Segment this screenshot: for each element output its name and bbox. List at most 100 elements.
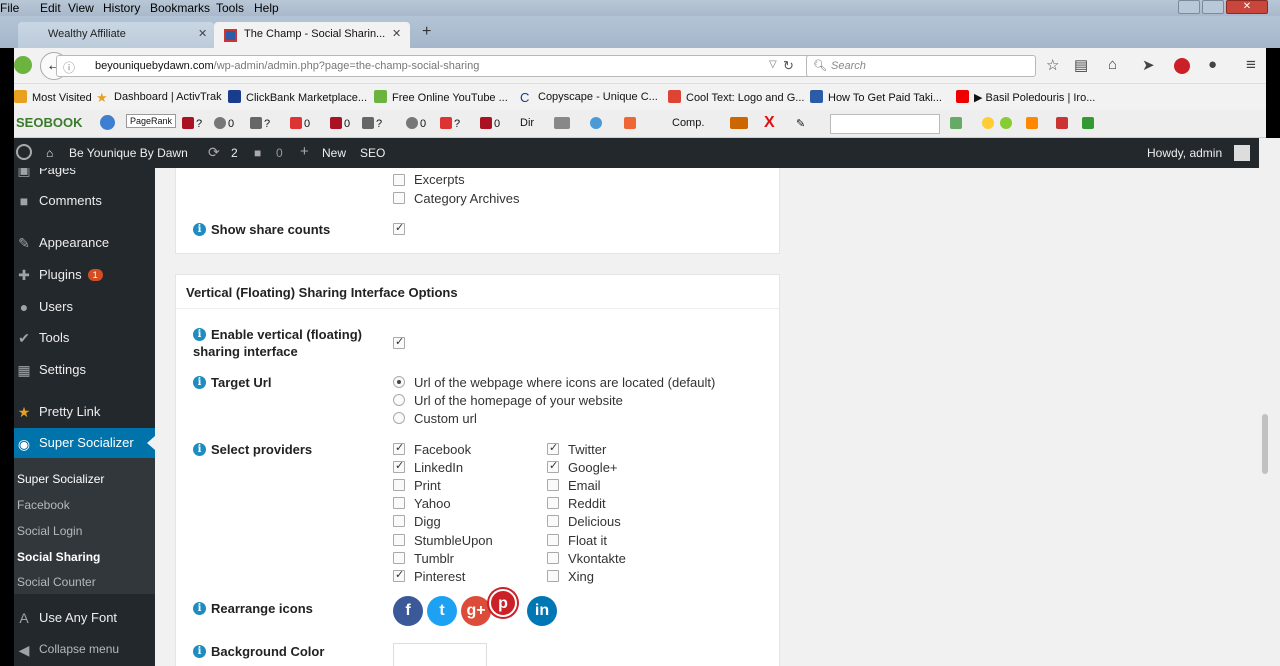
sidebar-item-use-any-font[interactable]: A Use Any Font (14, 602, 155, 634)
hamburger-menu-icon[interactable]: ≡ (1246, 55, 1256, 75)
seo-metric[interactable]: ? (250, 117, 270, 130)
pagerank-widget[interactable]: PageRank (126, 114, 177, 128)
seo-tool[interactable] (1056, 117, 1070, 130)
googleplus-share-icon[interactable]: g+ (461, 596, 491, 626)
info-icon[interactable]: i (193, 602, 206, 615)
avatar[interactable] (1234, 145, 1250, 161)
provider-checkbox-linkedin[interactable] (393, 459, 405, 474)
provider-checkbox-tumblr[interactable] (393, 551, 405, 564)
provider-checkbox-stumbleupon[interactable] (393, 533, 405, 546)
reload-icon[interactable]: ↻ (783, 58, 794, 74)
twitter-share-icon[interactable]: t (427, 596, 457, 626)
provider-checkbox-digg[interactable] (393, 515, 405, 528)
toolbar-search-field[interactable] (830, 114, 940, 134)
bookmark-item[interactable]: C Copyscape - Unique C... (520, 90, 658, 105)
seo-tool[interactable] (730, 117, 750, 130)
seo-metric[interactable]: 0 (214, 117, 234, 130)
seo-tool[interactable] (1082, 117, 1096, 130)
howdy-admin-link[interactable]: Howdy, admin (1147, 146, 1222, 160)
menu-tools[interactable]: Tools (216, 1, 244, 15)
edit-icon[interactable]: ✎ (796, 117, 805, 130)
sidebar-item-appearance[interactable]: ✎ Appearance (14, 227, 155, 259)
bookmark-item[interactable]: ★ Dashboard | ActivTrak (96, 90, 222, 105)
menu-edit[interactable]: Edit (40, 1, 61, 15)
provider-checkbox-floatit[interactable] (547, 533, 559, 546)
background-color-input[interactable] (393, 643, 487, 666)
provider-checkbox-email[interactable] (547, 479, 559, 492)
seo-menu-link[interactable]: SEO (360, 146, 385, 160)
info-icon[interactable]: i (193, 443, 206, 456)
reading-list-icon[interactable]: ▤ (1074, 56, 1088, 74)
provider-checkbox-delicious[interactable] (547, 515, 559, 528)
seo-tool[interactable] (950, 117, 964, 130)
dir-dropdown[interactable]: Dir (520, 117, 534, 129)
scrollbar-thumb[interactable] (1262, 414, 1268, 474)
site-home-icon[interactable]: ⌂ (46, 146, 53, 160)
seo-metric[interactable]: 0 (330, 117, 350, 130)
excerpts-checkbox[interactable] (393, 174, 405, 186)
submenu-facebook[interactable]: Facebook (17, 498, 70, 512)
bookmark-item[interactable]: ClickBank Marketplace... (228, 90, 367, 104)
rss-icon[interactable] (1026, 117, 1040, 130)
new-tab-button[interactable]: + (422, 23, 431, 41)
bookmark-item[interactable]: Free Online YouTube ... (374, 90, 508, 104)
info-icon[interactable]: ⓘ (63, 59, 75, 76)
provider-checkbox-reddit[interactable] (547, 497, 559, 510)
plus-icon[interactable]: + (300, 143, 309, 160)
info-icon[interactable]: i (193, 328, 206, 341)
provider-checkbox-print[interactable] (393, 479, 405, 492)
wordpress-logo-icon[interactable] (16, 144, 32, 160)
sidebar-item-tools[interactable]: ✔ Tools (14, 322, 155, 354)
menu-bookmarks[interactable]: Bookmarks (150, 1, 210, 15)
provider-checkbox-pinterest[interactable] (393, 568, 405, 582)
dropdown-icon[interactable]: ▽ (769, 59, 777, 70)
menu-file[interactable]: File (0, 1, 19, 15)
category-archives-checkbox[interactable] (393, 192, 405, 204)
sidebar-item-plugins[interactable]: ✚ Plugins 1 (14, 259, 155, 291)
tab-the-champ[interactable]: The Champ - Social Sharin... ✕ (214, 22, 410, 48)
provider-checkbox-google[interactable] (547, 459, 559, 474)
close-tab-icon[interactable]: ✕ (392, 27, 401, 40)
provider-checkbox-facebook[interactable] (393, 441, 405, 455)
submenu-social-sharing[interactable]: Social Sharing (17, 550, 100, 564)
provider-checkbox-xing[interactable] (547, 569, 559, 582)
provider-checkbox-yahoo[interactable] (393, 497, 405, 510)
submenu-super-socializer[interactable]: Super Socializer (17, 472, 104, 486)
bookmark-item[interactable]: Cool Text: Logo and G... (668, 90, 804, 104)
send-icon[interactable]: ➤ (1142, 56, 1155, 74)
comments-icon[interactable]: ■ (254, 146, 261, 160)
target-url-radio-homepage[interactable] (393, 394, 405, 406)
seo-tool[interactable] (554, 117, 572, 130)
info-icon[interactable]: i (193, 223, 206, 236)
info-icon[interactable] (100, 115, 115, 130)
submenu-social-counter[interactable]: Social Counter (17, 575, 96, 589)
close-window-button[interactable]: ✕ (1226, 0, 1268, 14)
seo-metric[interactable]: 0 (406, 117, 426, 130)
enable-vertical-checkbox[interactable] (393, 335, 405, 349)
bookmark-item[interactable]: How To Get Paid Taki... (810, 90, 942, 104)
bookmark-item[interactable]: Most Visited (14, 90, 92, 104)
target-url-radio-default[interactable] (393, 376, 405, 388)
seo-metric[interactable]: ? (362, 117, 382, 130)
pinterest-icon[interactable] (1174, 58, 1190, 74)
facebook-share-icon[interactable]: f (393, 596, 423, 626)
updates-icon[interactable]: ⟳ (208, 144, 220, 161)
menu-history[interactable]: History (103, 1, 140, 15)
sidebar-item-pages[interactable]: ▣ Pages (14, 168, 155, 186)
minimize-window-button[interactable] (1178, 0, 1200, 14)
sidebar-item-settings[interactable]: ▦ Settings (14, 354, 155, 386)
seo-metric[interactable]: 0 (290, 117, 310, 130)
seo-metric[interactable]: 0 (480, 117, 500, 130)
sidebar-item-comments[interactable]: ■ Comments (14, 185, 155, 217)
bookmark-star-icon[interactable]: ☆ (1046, 56, 1059, 74)
site-name-link[interactable]: Be Younique By Dawn (69, 146, 188, 160)
updates-count[interactable]: 2 (231, 146, 238, 160)
close-tab-icon[interactable]: ✕ (198, 27, 207, 40)
provider-checkbox-vkontakte[interactable] (547, 551, 559, 564)
bookmark-item[interactable]: ▶ Basil Poledouris | Iro... (956, 90, 1095, 104)
chat-icon[interactable]: ● (1208, 56, 1217, 73)
menu-help[interactable]: Help (254, 1, 279, 15)
seo-tool[interactable] (982, 117, 996, 130)
target-url-radio-custom[interactable] (393, 412, 405, 424)
seo-tool[interactable] (1000, 117, 1014, 130)
